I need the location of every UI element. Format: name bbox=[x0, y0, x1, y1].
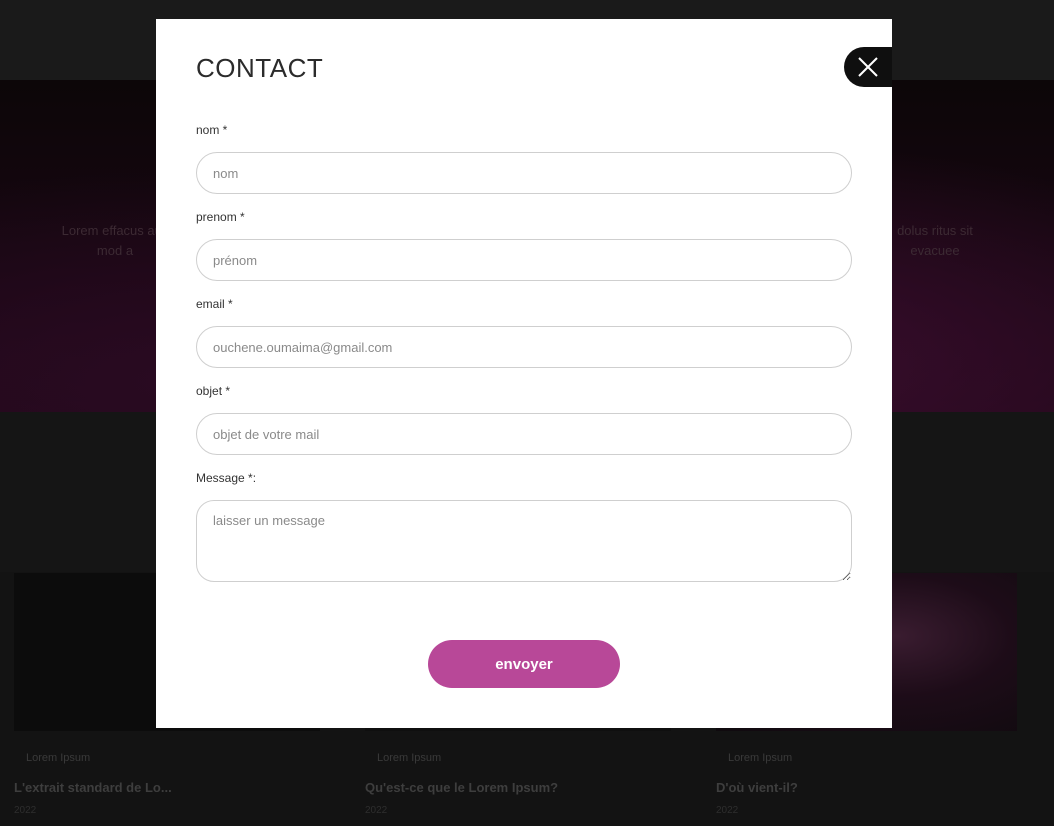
article-card-category: Lorem Ipsum bbox=[26, 752, 91, 764]
hero-right-text: dolus ritus sit evacuee bbox=[897, 223, 973, 258]
article-card-meta: 2022 bbox=[14, 805, 37, 816]
prenom-input[interactable] bbox=[196, 239, 852, 281]
email-label: email * bbox=[196, 297, 233, 311]
article-card-category: Lorem Ipsum bbox=[377, 752, 442, 764]
close-button[interactable] bbox=[844, 47, 892, 87]
article-card-meta: 2022 bbox=[716, 805, 739, 816]
hero-left-text: Lorem effacus aus mod a bbox=[61, 223, 169, 258]
prenom-label: prenom * bbox=[196, 210, 245, 224]
article-card-title: D'où vient-il? bbox=[716, 780, 798, 795]
article-card-category: Lorem Ipsum bbox=[728, 752, 793, 764]
modal-title: CONTACT bbox=[196, 53, 324, 83]
message-label: Message *: bbox=[196, 471, 257, 485]
email-input[interactable] bbox=[196, 326, 852, 368]
close-icon bbox=[858, 57, 878, 77]
nom-input[interactable] bbox=[196, 152, 852, 194]
article-card-title: Qu'est-ce que le Lorem Ipsum? bbox=[365, 780, 559, 795]
objet-label: objet * bbox=[196, 384, 231, 398]
nom-label: nom * bbox=[196, 123, 228, 137]
article-card-meta: 2022 bbox=[365, 805, 388, 816]
contact-modal: CONTACT nom * prenom * email * objet * M… bbox=[156, 19, 892, 728]
message-textarea[interactable] bbox=[196, 500, 852, 582]
objet-input[interactable] bbox=[196, 413, 852, 455]
article-card-title: L'extrait standard de Lo... bbox=[14, 780, 172, 795]
submit-button[interactable]: envoyer bbox=[428, 640, 620, 688]
